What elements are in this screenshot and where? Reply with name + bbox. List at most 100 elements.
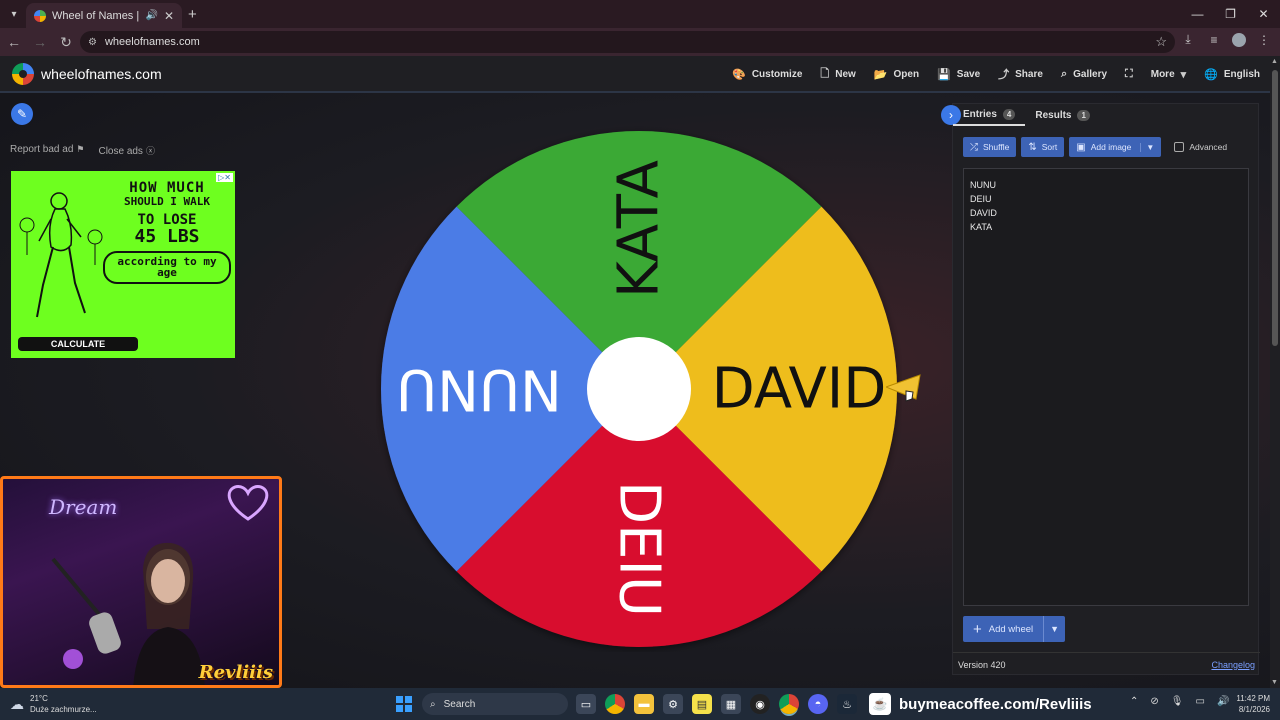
streamer-brand: Revliiis bbox=[198, 662, 273, 683]
discord-icon[interactable]: ◓ bbox=[808, 694, 828, 714]
url-field[interactable]: ⚙ wheelofnames.com ☆ bbox=[80, 31, 1175, 53]
webcam-overlay: Dream Revliiis bbox=[0, 476, 282, 688]
menu-fullscreen[interactable]: ⛶ bbox=[1125, 68, 1133, 81]
browser-tab[interactable]: Wheel of Names | Random 🔊 ✕ bbox=[26, 3, 182, 28]
display-icon[interactable]: ▭ bbox=[1195, 696, 1204, 707]
site-logo-icon[interactable] bbox=[12, 62, 34, 85]
edit-pencil-icon[interactable]: ✎ bbox=[11, 103, 33, 125]
forward-icon[interactable]: → bbox=[28, 30, 52, 54]
weather-widget[interactable]: ☁ 21°C Duże zachmurze... bbox=[10, 693, 97, 715]
chrome-active-icon[interactable] bbox=[779, 694, 799, 714]
site-name[interactable]: wheelofnames.com bbox=[41, 66, 162, 82]
menu-language[interactable]: 🌐 English bbox=[1204, 68, 1260, 81]
ad-line: according to my age bbox=[103, 250, 231, 284]
restore-icon[interactable]: ❐ bbox=[1214, 0, 1247, 28]
menu-more[interactable]: More ▾ bbox=[1151, 68, 1186, 81]
back-icon[interactable]: ← bbox=[2, 30, 26, 54]
bookmark-star-icon[interactable]: ☆ bbox=[1155, 34, 1167, 50]
image-icon: ▣ bbox=[1076, 141, 1086, 153]
changelog-link[interactable]: Changelog bbox=[1211, 660, 1255, 670]
taskbar: ☁ 21°C Duże zachmurze... ⌕ Search ▭ ▬ ⚙ … bbox=[0, 688, 1280, 720]
sticky-notes-icon[interactable]: ▤ bbox=[692, 694, 712, 714]
mic-icon[interactable]: 🎙 bbox=[1171, 696, 1184, 707]
wheel-pointer-icon bbox=[886, 374, 921, 402]
menu-save[interactable]: 💾 Save bbox=[937, 68, 980, 81]
wheel[interactable]: KATA DAVID DEIU NUNU bbox=[376, 126, 902, 652]
menu-label: Customize bbox=[751, 68, 803, 80]
menu-open[interactable]: 📂 Open bbox=[874, 68, 919, 81]
tab-search-icon[interactable]: ▾ bbox=[0, 0, 28, 28]
add-image-label: Add image bbox=[1090, 142, 1132, 152]
ad-calculate-button[interactable]: CALCULATE bbox=[18, 337, 138, 351]
windows-start-icon[interactable] bbox=[396, 696, 412, 712]
browser-menu-icon[interactable]: ⋮ bbox=[1256, 33, 1272, 47]
wheel-label-kata: KATA bbox=[607, 160, 672, 298]
advanced-checkbox[interactable]: Advanced bbox=[1174, 142, 1227, 152]
scroll-up-icon[interactable]: ▲ bbox=[1271, 58, 1278, 65]
network-icon[interactable]: ⊘ bbox=[1150, 696, 1158, 707]
clock-time: 11:42 PM bbox=[1236, 694, 1270, 703]
file-explorer-icon[interactable]: ▬ bbox=[634, 694, 654, 714]
settings-icon[interactable]: ⚙ bbox=[663, 694, 683, 714]
task-view-icon[interactable]: ▭ bbox=[576, 694, 596, 714]
buymeacoffee-text: buymeacoffee.com/Revliiis bbox=[899, 695, 1092, 713]
report-bad-ad-link[interactable]: Report bad ad ⚑ bbox=[10, 144, 84, 157]
walking-woman-illustration bbox=[19, 192, 103, 318]
wheel-label-deiu: DEIU bbox=[607, 481, 672, 617]
plus-icon: + bbox=[973, 620, 982, 638]
menu-label: New bbox=[835, 68, 856, 80]
chrome-icon[interactable] bbox=[605, 694, 625, 714]
page-scrollbar[interactable]: ▲ ▼ bbox=[1270, 56, 1280, 688]
close-ads-link[interactable]: Close ads ⓧ bbox=[98, 144, 154, 157]
add-wheel-label: Add wheel bbox=[988, 623, 1034, 635]
taskbar-search[interactable]: ⌕ Search bbox=[422, 693, 568, 715]
close-window-icon[interactable]: ✕ bbox=[1247, 0, 1280, 28]
app-grid-icon[interactable]: ▦ bbox=[721, 694, 741, 714]
wheel-center-hub[interactable] bbox=[587, 337, 691, 441]
add-wheel-button[interactable]: + Add wheel bbox=[963, 616, 1044, 642]
tab-entries[interactable]: Entries 4 bbox=[953, 104, 1026, 126]
weather-text: Duże zachmurze... bbox=[30, 705, 97, 714]
entry-line: NUNU bbox=[970, 180, 996, 190]
close-tab-icon[interactable]: ✕ bbox=[164, 9, 174, 23]
advertisement[interactable]: ▷✕ HOW MUCH SHOULD I WALK TO LOSE 45 LBS… bbox=[11, 171, 235, 358]
reload-icon[interactable]: ↻ bbox=[54, 30, 78, 54]
obs-icon[interactable]: ◉ bbox=[750, 694, 770, 714]
entries-textarea[interactable]: NUNU DEIU DAVID KATA bbox=[963, 168, 1249, 606]
menu-share[interactable]: ⤴ Share bbox=[998, 66, 1043, 82]
folder-icon: 📂 bbox=[873, 68, 888, 81]
tab-entries-label: Entries bbox=[963, 108, 997, 120]
tab-results[interactable]: Results 1 bbox=[1025, 104, 1100, 126]
chevron-down-icon[interactable]: ▼ bbox=[1140, 142, 1154, 152]
close-circle-icon: ⓧ bbox=[145, 146, 155, 156]
add-image-button[interactable]: ▣ Add image ▼ bbox=[1069, 137, 1162, 157]
minimize-icon[interactable]: — bbox=[1181, 0, 1214, 28]
wheel-label-nunu: NUNU bbox=[396, 357, 562, 422]
menu-new[interactable]: 🗋 New bbox=[820, 65, 855, 84]
clock[interactable]: 11:42 PM 8/1/2026 bbox=[1228, 693, 1270, 715]
coffee-cup-icon: ☕ bbox=[869, 693, 891, 715]
menu-customize[interactable]: 🎨 Customize bbox=[732, 68, 802, 81]
new-tab-icon[interactable]: + bbox=[188, 6, 197, 23]
search-icon: ⌕ bbox=[430, 698, 436, 710]
buymeacoffee-banner: ☕ buymeacoffee.com/Revliiis bbox=[869, 690, 1092, 718]
profile-avatar[interactable] bbox=[1232, 32, 1246, 47]
checkbox-icon[interactable] bbox=[1174, 142, 1185, 152]
site-info-icon[interactable]: ⚙ bbox=[88, 37, 97, 48]
shuffle-button[interactable]: ⤮ Shuffle bbox=[963, 137, 1017, 157]
wheel-label-david: DAVID bbox=[712, 357, 887, 422]
sort-button[interactable]: ⇅ Sort bbox=[1021, 137, 1065, 157]
download-icon[interactable]: ⤓ bbox=[1180, 32, 1196, 47]
menu-gallery[interactable]: ⌕ Gallery bbox=[1061, 68, 1107, 81]
scrollbar-thumb[interactable] bbox=[1272, 70, 1278, 346]
neon-sign: Dream bbox=[49, 495, 118, 519]
steam-icon[interactable]: ♨ bbox=[837, 694, 857, 714]
tray-chevron-icon[interactable]: ⌃ bbox=[1130, 696, 1138, 707]
audio-icon[interactable]: 🔊 bbox=[145, 10, 157, 21]
add-wheel-dropdown-icon[interactable]: ▼ bbox=[1043, 616, 1066, 642]
panel-footer: Version 420 Changelog bbox=[953, 652, 1260, 676]
version-text: Version 420 bbox=[958, 659, 1006, 670]
system-tray: ⌃ ⊘ 🎙 ▭ 🔊 bbox=[1130, 696, 1229, 707]
media-icon[interactable]: ≡ bbox=[1206, 33, 1222, 47]
scroll-down-icon[interactable]: ▼ bbox=[1271, 679, 1278, 686]
